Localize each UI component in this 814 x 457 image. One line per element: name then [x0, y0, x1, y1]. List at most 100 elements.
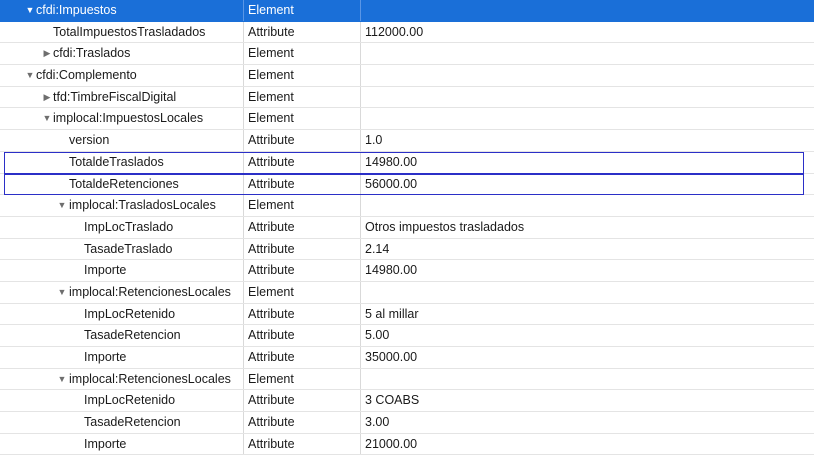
- node-name: TasadeRetencion: [84, 415, 181, 430]
- node-name: implocal:RetencionesLocales: [69, 284, 231, 299]
- node-name-cell[interactable]: ▶ tfd:TimbreFiscalDigital: [0, 86, 244, 108]
- tree-row[interactable]: TotaldeTraslados Attribute 14980.00: [0, 151, 814, 174]
- node-value[interactable]: [361, 282, 814, 303]
- node-type: Element: [244, 86, 361, 108]
- tree-row[interactable]: Importe Attribute 35000.00: [0, 347, 814, 369]
- node-name-cell[interactable]: ImpLocRetenido: [0, 303, 244, 325]
- node-name: Importe: [84, 350, 127, 364]
- disclosure-collapsed-icon[interactable]: ▶: [42, 87, 52, 108]
- node-value[interactable]: 14980.00: [361, 152, 814, 173]
- tree-row[interactable]: ▼ cfdi:Complemento Element: [0, 65, 814, 87]
- node-name: cfdi:Complemento: [36, 68, 137, 83]
- node-name: TotaldeRetenciones: [69, 176, 179, 191]
- node-value[interactable]: [361, 195, 814, 216]
- tree-row[interactable]: Importe Attribute 14980.00: [0, 260, 814, 282]
- node-value[interactable]: [361, 43, 814, 64]
- node-name-cell[interactable]: ▼ implocal:RetencionesLocales: [0, 368, 244, 390]
- node-name-cell[interactable]: ▼ cfdi:Complemento: [0, 65, 244, 86]
- node-name-cell[interactable]: Importe: [0, 433, 244, 455]
- tree-row[interactable]: Importe Attribute 21000.00: [0, 433, 814, 456]
- tree-row[interactable]: ▼ implocal:TrasladosLocales Element: [0, 195, 814, 217]
- tree-row[interactable]: ▶ tfd:TimbreFiscalDigital Element: [0, 86, 814, 109]
- node-name: TotaldeTraslados: [69, 154, 164, 169]
- node-type: Attribute: [244, 130, 361, 151]
- node-name: Importe: [84, 436, 127, 451]
- node-value[interactable]: 3 COABS: [361, 390, 814, 411]
- node-name: ImpLocTraslado: [84, 219, 174, 234]
- tree-row[interactable]: ImpLocRetenido Attribute 3 COABS: [0, 390, 814, 413]
- disclosure-collapsed-icon[interactable]: ▶: [42, 43, 52, 64]
- node-value[interactable]: [361, 0, 814, 21]
- node-value[interactable]: 3.00: [361, 412, 814, 433]
- tree-row[interactable]: ▼ cfdi:Impuestos Element: [0, 0, 814, 22]
- node-name-cell[interactable]: TasadeRetencion: [0, 412, 244, 433]
- disclosure-expanded-icon[interactable]: ▼: [42, 108, 52, 129]
- tree-row[interactable]: ▼ implocal:ImpuestosLocales Element: [0, 108, 814, 131]
- node-value[interactable]: 2.14: [361, 239, 814, 260]
- tree-row[interactable]: ▼ implocal:RetencionesLocales Element: [0, 281, 814, 304]
- node-type: Element: [244, 281, 361, 303]
- node-name-cell[interactable]: TotaldeRetenciones: [0, 173, 244, 195]
- tree-row[interactable]: version Attribute 1.0: [0, 130, 814, 152]
- disclosure-expanded-icon[interactable]: ▼: [57, 369, 67, 390]
- node-type: Attribute: [244, 412, 361, 433]
- tree-row[interactable]: TasadeTraslado Attribute 2.14: [0, 238, 814, 261]
- node-value[interactable]: Otros impuestos trasladados: [361, 217, 814, 238]
- node-type: Attribute: [244, 303, 361, 325]
- node-name-cell[interactable]: ImpLocTraslado: [0, 216, 244, 238]
- node-value[interactable]: [361, 369, 814, 390]
- tree-row[interactable]: TotaldeRetenciones Attribute 56000.00: [0, 173, 814, 196]
- node-name: Importe: [84, 263, 127, 278]
- node-type: Element: [244, 108, 361, 130]
- node-type: Attribute: [244, 21, 361, 43]
- node-type: Element: [244, 43, 361, 65]
- node-type: Attribute: [244, 173, 361, 195]
- node-type: Element: [244, 195, 361, 216]
- tree-row[interactable]: ▼ implocal:RetencionesLocales Element: [0, 368, 814, 391]
- disclosure-expanded-icon[interactable]: ▼: [57, 282, 67, 303]
- tree-row[interactable]: TasadeRetencion Attribute 3.00: [0, 412, 814, 434]
- node-name-cell[interactable]: ▼ implocal:RetencionesLocales: [0, 281, 244, 303]
- node-name: TasadeTraslado: [84, 241, 173, 256]
- node-value[interactable]: [361, 87, 814, 108]
- node-name-cell[interactable]: ▶ cfdi:Traslados: [0, 43, 244, 65]
- node-name-cell[interactable]: TotalImpuestosTrasladados: [0, 21, 244, 43]
- node-name: ImpLocRetenido: [84, 393, 176, 408]
- node-value[interactable]: 14980.00: [361, 260, 814, 281]
- node-name-cell[interactable]: ▼ cfdi:Impuestos: [0, 0, 244, 21]
- node-name-cell[interactable]: TotaldeTraslados: [0, 151, 244, 173]
- node-value[interactable]: 5 al millar: [361, 304, 814, 325]
- node-value[interactable]: 21000.00: [361, 434, 814, 455]
- node-value[interactable]: 56000.00: [361, 174, 814, 195]
- node-name-cell[interactable]: ▼ implocal:TrasladosLocales: [0, 195, 244, 216]
- node-type: Attribute: [244, 238, 361, 260]
- node-value[interactable]: [361, 108, 814, 129]
- node-name-cell[interactable]: version: [0, 130, 244, 151]
- tree-row[interactable]: ImpLocRetenido Attribute 5 al millar: [0, 303, 814, 326]
- node-value[interactable]: [361, 65, 814, 86]
- tree-row[interactable]: ImpLocTraslado Attribute Otros impuestos t…: [0, 216, 814, 239]
- disclosure-expanded-icon[interactable]: ▼: [25, 0, 35, 21]
- node-type: Attribute: [244, 347, 361, 368]
- node-name: tfd:TimbreFiscalDigital: [53, 89, 177, 104]
- node-name: version: [69, 133, 110, 148]
- node-name-cell[interactable]: ▼ implocal:ImpuestosLocales: [0, 108, 244, 130]
- tree-row[interactable]: TasadeRetencion Attribute 5.00: [0, 325, 814, 347]
- node-value[interactable]: 5.00: [361, 325, 814, 346]
- disclosure-expanded-icon[interactable]: ▼: [57, 195, 67, 216]
- node-name-cell[interactable]: Importe: [0, 260, 244, 281]
- node-value[interactable]: 1.0: [361, 130, 814, 151]
- node-value[interactable]: 112000.00: [361, 22, 814, 43]
- node-name-cell[interactable]: Importe: [0, 347, 244, 368]
- node-name: cfdi:Traslados: [53, 46, 131, 61]
- node-name-cell[interactable]: TasadeRetencion: [0, 325, 244, 346]
- node-type: Attribute: [244, 390, 361, 412]
- node-name-cell[interactable]: TasadeTraslado: [0, 238, 244, 260]
- node-type: Attribute: [244, 260, 361, 281]
- tree-row[interactable]: TotalImpuestosTrasladados Attribute 112000…: [0, 21, 814, 44]
- node-value[interactable]: 35000.00: [361, 347, 814, 368]
- node-name-cell[interactable]: ImpLocRetenido: [0, 390, 244, 412]
- tree-row[interactable]: ▶ cfdi:Traslados Element: [0, 43, 814, 66]
- disclosure-expanded-icon[interactable]: ▼: [25, 65, 35, 86]
- node-type: Element: [244, 65, 361, 86]
